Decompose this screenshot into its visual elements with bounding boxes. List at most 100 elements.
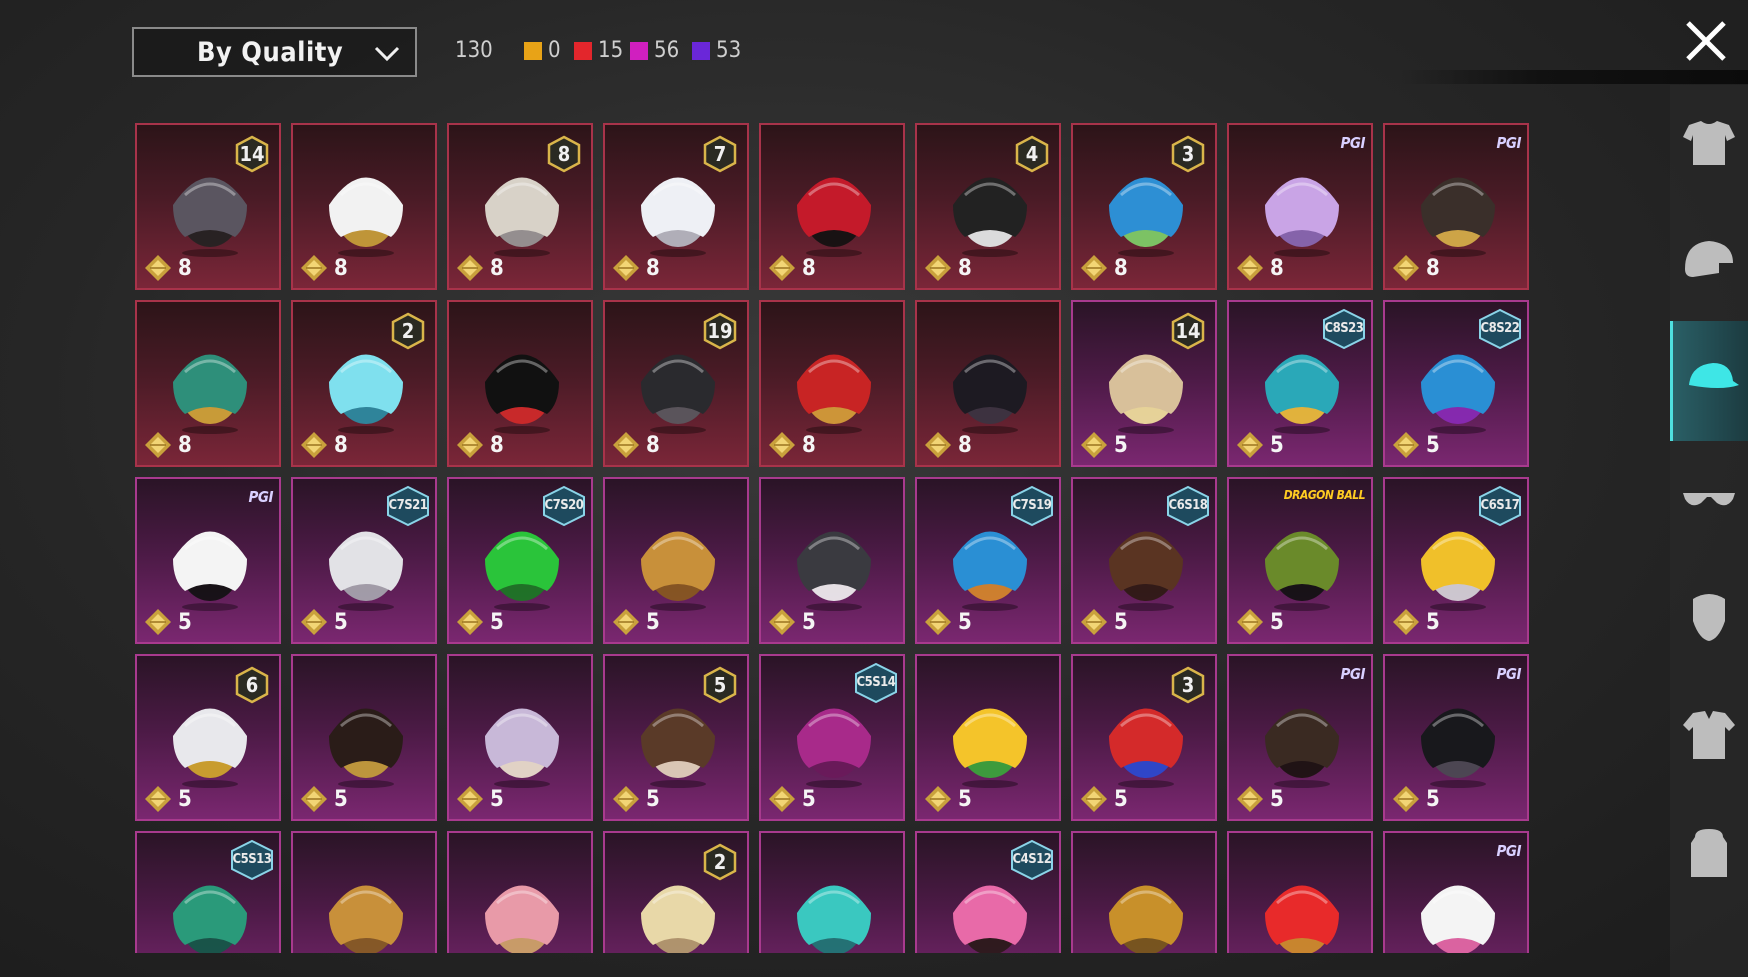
event-logo-badge: PGI — [248, 488, 274, 506]
item-card[interactable]: DRAGON BALL 5 — [1227, 477, 1373, 644]
item-card[interactable]: C4S12 — [915, 831, 1061, 953]
item-card[interactable]: C7S20 5 — [447, 477, 593, 644]
item-card[interactable]: 78 — [603, 123, 749, 290]
quality-points: 5 — [1392, 431, 1440, 459]
bunny-mask-icon — [1421, 885, 1495, 953]
item-card[interactable]: 88 — [447, 123, 593, 290]
points-value: 5 — [1114, 786, 1128, 812]
hat-tab[interactable] — [1670, 321, 1748, 441]
item-card[interactable]: 8 — [291, 123, 437, 290]
points-value: 5 — [958, 786, 972, 812]
item-card[interactable]: PGI 8 — [1227, 123, 1373, 290]
quality-points: 8 — [1080, 254, 1128, 282]
quality-points: 5 — [300, 608, 348, 636]
item-card[interactable]: 14 5 — [1071, 300, 1217, 467]
item-card[interactable] — [291, 831, 437, 953]
quality-points: 5 — [144, 785, 192, 813]
quality-points: 5 — [1080, 785, 1128, 813]
item-card[interactable]: 28 — [291, 300, 437, 467]
quality-points-icon — [1081, 786, 1107, 812]
quality-points-icon — [1081, 432, 1107, 458]
points-value: 8 — [646, 255, 660, 281]
quality-points-icon — [1081, 255, 1107, 281]
green-cap-black-hair-icon — [1265, 531, 1339, 611]
item-card[interactable] — [1227, 831, 1373, 953]
quality-points: 5 — [1236, 608, 1284, 636]
dark-knight-helmet-icon — [953, 354, 1027, 434]
upgrade-level-badge: 14 — [234, 135, 270, 173]
item-card[interactable] — [447, 831, 593, 953]
close-icon[interactable] — [1680, 15, 1732, 67]
item-card[interactable]: PGI 8 — [1383, 123, 1529, 290]
event-logo-badge: PGI — [1496, 665, 1522, 683]
item-card[interactable]: 5 — [447, 654, 593, 821]
badge-label: C8S23 — [1324, 321, 1364, 336]
item-card[interactable]: 8 — [447, 300, 593, 467]
event-logo-badge: DRAGON BALL — [1283, 488, 1366, 502]
item-card[interactable]: 48 — [915, 123, 1061, 290]
points-value: 8 — [334, 255, 348, 281]
item-card[interactable]: PGI 5 — [1383, 654, 1529, 821]
mask-tab[interactable] — [1670, 557, 1748, 677]
item-card[interactable]: 19 8 — [603, 300, 749, 467]
item-card[interactable]: 55 — [603, 654, 749, 821]
points-value: 5 — [178, 786, 192, 812]
badge-label: C7S19 — [1012, 498, 1052, 513]
item-card[interactable]: 5 — [291, 654, 437, 821]
item-card[interactable]: C5S14 5 — [759, 654, 905, 821]
points-value: 8 — [958, 255, 972, 281]
item-card[interactable]: C7S19 5 — [915, 477, 1061, 644]
points-value: 5 — [1270, 786, 1284, 812]
item-card[interactable]: PGI 5 — [135, 477, 281, 644]
helmet-tab[interactable] — [1670, 203, 1748, 323]
item-card[interactable]: 5 — [603, 477, 749, 644]
item-card[interactable]: 8 — [759, 123, 905, 290]
item-card[interactable]: 5 — [759, 477, 905, 644]
item-card[interactable]: PGI 5 — [1227, 654, 1373, 821]
item-card[interactable]: 2 — [603, 831, 749, 953]
upgrade-level-badge: 8 — [546, 135, 582, 173]
item-card[interactable]: C6S18 5 — [1071, 477, 1217, 644]
helmet-icon — [1685, 241, 1733, 277]
outfit-tab[interactable] — [1670, 85, 1748, 205]
item-card[interactable]: 35 — [1071, 654, 1217, 821]
item-card[interactable]: 38 — [1071, 123, 1217, 290]
category-sidebar — [1670, 85, 1748, 977]
white-cowboy-hat-icon — [329, 177, 403, 257]
item-card[interactable]: C8S22 5 — [1383, 300, 1529, 467]
backpack-tab[interactable] — [1670, 793, 1748, 913]
quality-points-icon — [301, 432, 327, 458]
jacket-tab[interactable] — [1670, 675, 1748, 795]
sort-dropdown[interactable]: By Quality — [132, 27, 417, 77]
badge-label: C6S17 — [1480, 498, 1520, 513]
item-card[interactable]: C7S21 5 — [291, 477, 437, 644]
item-card[interactable] — [1071, 831, 1217, 953]
item-card[interactable]: PGI — [1383, 831, 1529, 953]
item-card[interactable]: 5 — [915, 654, 1061, 821]
glasses-tab[interactable] — [1670, 439, 1748, 559]
quality-points: 5 — [456, 608, 504, 636]
item-card[interactable]: 8 — [135, 300, 281, 467]
quality-points: 5 — [144, 608, 192, 636]
shark-head-icon — [797, 531, 871, 611]
potato-head-icon — [1109, 885, 1183, 953]
item-card[interactable]: 65 — [135, 654, 281, 821]
item-card[interactable]: 8 — [915, 300, 1061, 467]
badge-label: C4S12 — [1012, 852, 1052, 867]
quality-points-icon — [145, 609, 171, 635]
item-card[interactable]: C8S23 5 — [1227, 300, 1373, 467]
quality-points-icon — [613, 432, 639, 458]
badge-label: 2 — [713, 850, 727, 874]
season-badge: C7S21 — [385, 485, 431, 527]
panda-head-icon — [173, 531, 247, 611]
item-card[interactable]: C6S17 5 — [1383, 477, 1529, 644]
quality-points: 5 — [1080, 608, 1128, 636]
quality-points: 5 — [456, 785, 504, 813]
quality-points-icon — [1237, 432, 1263, 458]
item-card[interactable]: 14 8 — [135, 123, 281, 290]
badge-label: C7S21 — [388, 498, 428, 513]
orange-fruit-head-icon — [953, 708, 1027, 788]
item-card[interactable]: C5S13 — [135, 831, 281, 953]
item-card[interactable]: 8 — [759, 300, 905, 467]
item-card[interactable] — [759, 831, 905, 953]
